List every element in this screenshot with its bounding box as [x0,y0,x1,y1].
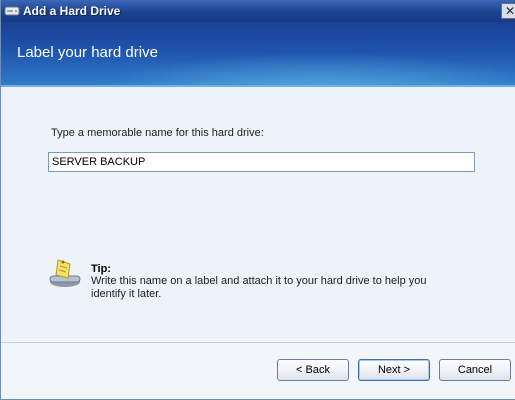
close-icon: ✕ [505,4,515,18]
back-button[interactable]: < Back [277,359,349,381]
name-prompt-label: Type a memorable name for this hard driv… [51,127,264,139]
cancel-button[interactable]: Cancel [439,359,511,381]
close-button[interactable]: ✕ [501,3,515,19]
window-title: Add a Hard Drive [23,4,121,18]
tip-text: Write this name on a label and attach it… [91,275,427,300]
title-bar[interactable]: Add a Hard Drive ✕ [1,0,515,22]
tip-heading: Tip: [91,263,111,275]
wizard-header: Label your hard drive [1,22,515,87]
tip-label-icon [48,258,84,295]
wizard-content [1,87,515,342]
hard-drive-icon [4,4,20,23]
page-title: Label your hard drive [17,44,158,61]
next-button[interactable]: Next > [358,359,430,381]
drive-name-input[interactable] [48,152,475,172]
wizard-footer [1,343,515,399]
add-hard-drive-wizard: Add a Hard Drive ✕ Label your hard drive… [0,0,515,400]
